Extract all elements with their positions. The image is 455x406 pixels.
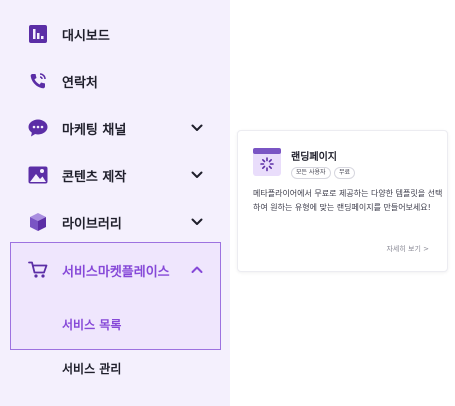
sidebar-item-label: 마케팅 채널 [62,122,127,138]
cube-icon [27,211,49,233]
sidebar-item-label: 서비스마켓플레이스 [62,264,170,280]
card-description: 메타플라이어에서 무료로 제공하는 다양한 템플릿을 선택하여 원하는 유형에 … [253,189,443,212]
chevron-down-icon[interactable] [190,121,204,135]
badge-audience: 모든 사용자 [291,167,331,179]
image-icon [27,164,49,186]
card-title: 랜딩페이지 [291,152,337,163]
badge-price: 무료 [334,167,356,179]
sidebar-item-dashboard[interactable]: 대시보드 [0,10,230,58]
sidebar-item-marketing-channel[interactable]: 마케팅 채널 [0,104,230,152]
sidebar-item-label: 라이브러리 [62,216,122,232]
card-details-link[interactable]: 자세히 보기 > [386,244,429,254]
chevron-down-icon[interactable] [190,215,204,229]
sidebar-subitem-service-management[interactable]: 서비스 관리 [62,360,121,377]
sidebar-item-label: 연락처 [62,75,98,91]
landing-page-card[interactable]: 랜딩페이지 모든 사용자 무료 메타플라이어에서 무료로 제공하는 다양한 템플… [237,130,448,272]
sidebar-item-contacts[interactable]: 연락처 [0,57,230,105]
chat-bubble-icon [27,117,49,139]
sidebar-item-content-creation[interactable]: 콘텐츠 제작 [0,151,230,199]
sidebar-subitem-service-list[interactable]: 서비스 목록 [62,316,121,333]
sidebar-item-service-marketplace[interactable]: 서비스마켓플레이스 [0,246,230,294]
cart-icon [27,259,49,281]
sidebar-item-label: 콘텐츠 제작 [62,169,127,185]
phone-icon [27,70,49,92]
sidebar-item-library[interactable]: 라이브러리 [0,198,230,246]
chevron-up-icon[interactable] [190,263,204,277]
sidebar-item-label: 대시보드 [62,28,110,44]
sidebar: 대시보드 연락처 마케팅 채널 콘텐츠 제작 라이브러리 서비스마켓플레이스 서… [0,0,230,406]
loading-spinner-icon [253,148,281,176]
chevron-down-icon[interactable] [190,168,204,182]
chart-bar-icon [27,23,49,45]
